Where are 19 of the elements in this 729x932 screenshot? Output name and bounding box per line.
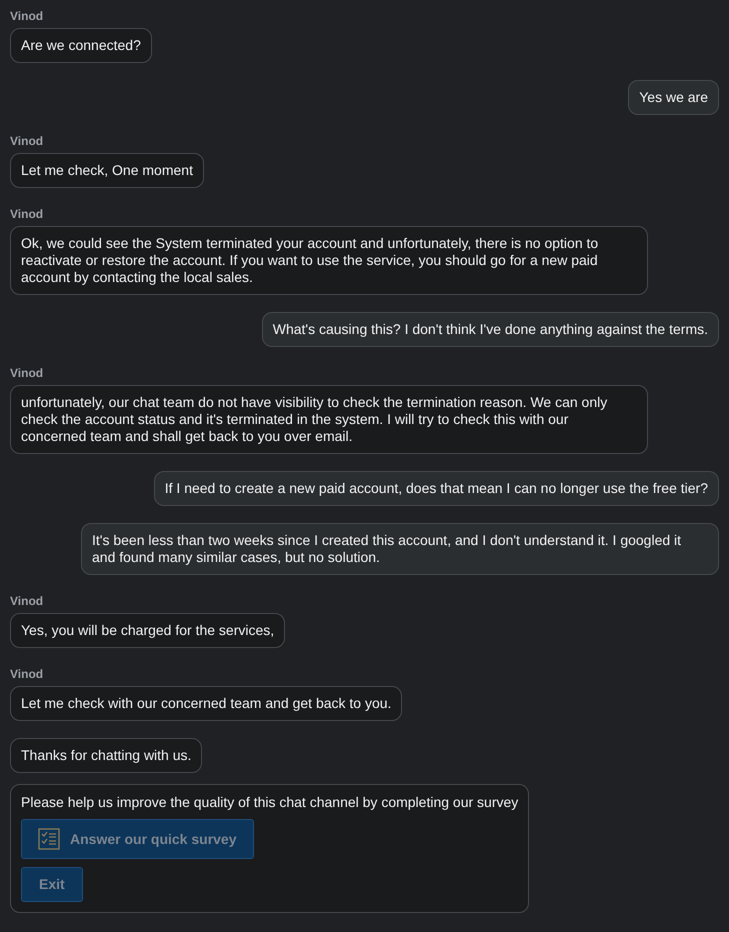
sender-name: Vinod — [10, 365, 44, 382]
sender-name: Vinod — [10, 206, 44, 223]
message-bubble: It's been less than two weeks since I created this account, and I don't understand it. I googled it and found many similar cases, but no solution. — [81, 523, 719, 575]
message-bubble: Let me check with our concerned team and get back to you. — [10, 686, 402, 721]
message-bubble: Ok, we could see the System terminated your account and unfortunately, there is no option to reactivate or restore the account. If you want to use the service, you should go for a new paid account by contacting the local sales. — [10, 226, 648, 295]
message-bubble: Yes we are — [628, 80, 719, 115]
message-bubble: Thanks for chatting with us. — [10, 738, 202, 773]
checklist-icon — [38, 828, 60, 850]
message-bubble: If I need to create a new paid account, does that mean I can no longer use the free tier? — [154, 471, 719, 506]
message-bubble: What's causing this? I don't think I've done anything against the terms. — [262, 312, 719, 347]
sender-name: Vinod — [10, 593, 44, 610]
sender-name: Vinod — [10, 666, 44, 683]
survey-prompt: Please help us improve the quality of this chat channel by completing our survey — [21, 794, 518, 811]
sender-name: Vinod — [10, 8, 44, 25]
sender-name: Vinod — [10, 133, 44, 150]
message-bubble: Let me check, One moment — [10, 153, 204, 188]
message-bubble: Yes, you will be charged for the services, — [10, 613, 286, 648]
message-bubble: unfortunately, our chat team do not have visibility to check the termination reason. We can only check the account status and it's terminated in the system. I will try to check this with our concerned team and shall get back to you over email. — [10, 385, 648, 454]
message-bubble: Are we connected? — [10, 28, 152, 63]
